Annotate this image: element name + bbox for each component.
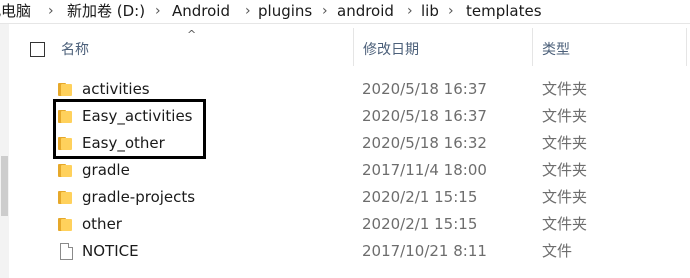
file-date: 2017/11/4 18:00 (362, 161, 487, 179)
breadcrumb: 此电脑 › 新加卷 (D:) › Android › plugins › and… (0, 0, 690, 24)
folder-icon (58, 83, 72, 96)
scrollbar-thumb[interactable] (1, 156, 8, 216)
file-type: 文件夹 (542, 161, 588, 179)
file-type: 文件夹 (542, 107, 588, 125)
file-type: 文件夹 (542, 134, 588, 152)
file-icon (60, 243, 73, 260)
folder-icon (58, 191, 72, 204)
file-date: 2020/5/18 16:37 (362, 107, 487, 125)
file-date: 2020/2/1 15:15 (362, 215, 478, 233)
breadcrumb-item-drive-d[interactable]: 新加卷 (D:) (67, 1, 145, 21)
file-type: 文件 (542, 242, 573, 260)
column-header: ^ 名称 修改日期 类型 (9, 28, 690, 70)
breadcrumb-separator-icon[interactable]: › (245, 2, 251, 20)
file-name: NOTICE (82, 242, 139, 260)
breadcrumb-separator-icon[interactable]: › (448, 2, 454, 20)
navigation-pane-scrollbar[interactable] (0, 24, 9, 278)
file-type: 文件夹 (542, 188, 588, 206)
file-date: 2020/5/18 16:32 (362, 134, 487, 152)
column-name-header[interactable]: 名称 (61, 40, 89, 60)
file-name: gradle-projects (82, 188, 196, 206)
list-item[interactable]: gradle-projects 2020/2/1 15:15 文件夹 (54, 184, 690, 211)
file-date: 2020/2/1 15:15 (362, 188, 478, 206)
list-item[interactable]: gradle 2017/11/4 18:00 文件夹 (54, 157, 690, 184)
breadcrumb-item-templates[interactable]: templates (466, 1, 542, 21)
list-item[interactable]: other 2020/2/1 15:15 文件夹 (54, 211, 690, 238)
column-date-header[interactable]: 修改日期 (363, 40, 419, 60)
breadcrumb-separator-icon[interactable]: › (48, 2, 54, 20)
column-divider[interactable] (532, 28, 533, 66)
breadcrumb-separator-icon[interactable]: › (407, 2, 413, 20)
sort-ascending-icon: ^ (187, 28, 197, 41)
list-item[interactable]: NOTICE 2017/10/21 8:11 文件 (54, 238, 690, 265)
breadcrumb-separator-icon[interactable]: › (155, 2, 161, 20)
file-name: other (82, 215, 122, 233)
highlight-annotation-box (53, 99, 206, 159)
select-all-checkbox[interactable] (30, 42, 45, 57)
breadcrumb-item-android-2[interactable]: android (337, 1, 394, 21)
file-type: 文件夹 (542, 215, 588, 233)
file-name: activities (82, 80, 150, 98)
file-date: 2020/5/18 16:37 (362, 80, 487, 98)
column-divider[interactable] (353, 28, 354, 66)
breadcrumb-item-this-pc[interactable]: 此电脑 (0, 1, 31, 21)
folder-icon (58, 164, 72, 177)
column-divider[interactable] (686, 28, 687, 66)
breadcrumb-item-lib[interactable]: lib (421, 1, 439, 21)
file-date: 2017/10/21 8:11 (362, 242, 487, 260)
breadcrumb-item-android[interactable]: Android (172, 1, 230, 21)
file-type: 文件夹 (542, 80, 588, 98)
column-type-header[interactable]: 类型 (542, 40, 570, 60)
file-name: gradle (82, 161, 130, 179)
breadcrumb-separator-icon[interactable]: › (322, 2, 328, 20)
breadcrumb-item-plugins[interactable]: plugins (258, 1, 312, 21)
folder-icon (58, 218, 72, 231)
